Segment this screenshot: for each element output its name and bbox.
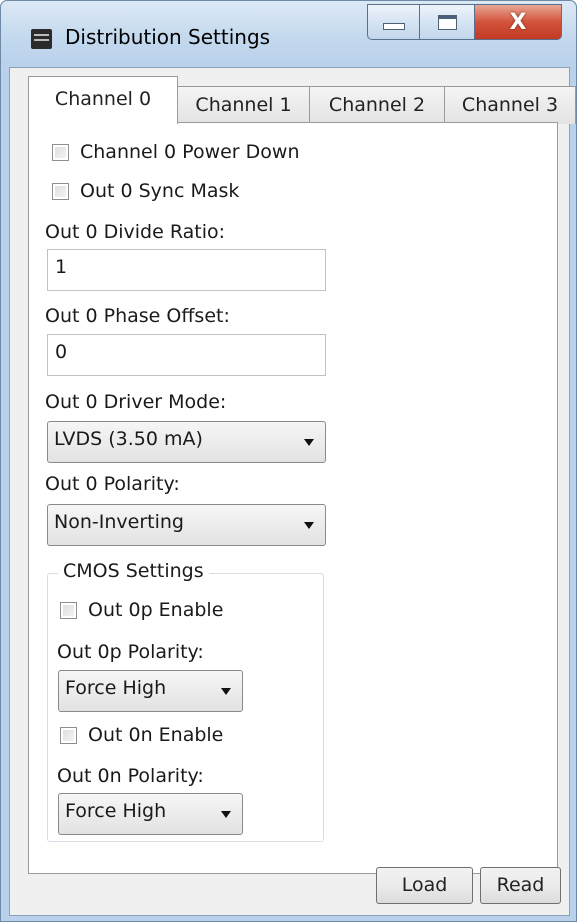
polarity-value: Non-Inverting bbox=[54, 511, 184, 533]
sync-mask-checkbox-row[interactable]: Out 0 Sync Mask bbox=[52, 180, 239, 202]
out-p-enable-checkbox-row[interactable]: Out 0p Enable bbox=[60, 599, 223, 621]
window-title: Distribution Settings bbox=[65, 25, 271, 49]
divide-ratio-label: Out 0 Divide Ratio: bbox=[45, 221, 226, 243]
maximize-button[interactable] bbox=[420, 4, 475, 40]
distribution-settings-window: Distribution Settings X Channel 0 Channe… bbox=[0, 0, 577, 922]
cmos-settings-group: CMOS Settings Out 0p Enable Out 0p Polar… bbox=[47, 560, 324, 842]
out-n-enable-checkbox[interactable] bbox=[60, 726, 77, 744]
phase-offset-label: Out 0 Phase Offset: bbox=[45, 305, 230, 327]
out-p-polarity-value: Force High bbox=[65, 677, 167, 699]
chevron-down-icon bbox=[304, 439, 314, 446]
load-button[interactable]: Load bbox=[376, 867, 473, 904]
driver-mode-value: LVDS (3.50 mA) bbox=[54, 428, 203, 450]
out-p-enable-label: Out 0p Enable bbox=[88, 599, 224, 621]
sync-mask-label: Out 0 Sync Mask bbox=[80, 180, 240, 202]
out-n-enable-label: Out 0n Enable bbox=[88, 724, 224, 746]
window-controls: X bbox=[367, 4, 562, 42]
phase-offset-input[interactable]: 0 bbox=[47, 334, 326, 376]
title-bar[interactable]: Distribution Settings X bbox=[1, 1, 576, 67]
cmos-settings-legend: CMOS Settings bbox=[58, 560, 209, 582]
divide-ratio-input[interactable]: 1 bbox=[47, 249, 326, 291]
close-icon: X bbox=[509, 9, 527, 35]
app-icon[interactable] bbox=[31, 29, 52, 49]
tab-channel-2[interactable]: Channel 2 bbox=[309, 86, 445, 124]
polarity-select[interactable]: Non-Inverting bbox=[47, 504, 326, 546]
minimize-icon bbox=[382, 23, 405, 30]
maximize-icon bbox=[437, 14, 457, 30]
out-p-polarity-label: Out 0p Polarity: bbox=[57, 641, 204, 663]
power-down-checkbox-row[interactable]: Channel 0 Power Down bbox=[52, 141, 300, 163]
sync-mask-checkbox[interactable] bbox=[52, 182, 69, 200]
power-down-checkbox[interactable] bbox=[52, 143, 69, 161]
out-n-polarity-select[interactable]: Force High bbox=[58, 793, 243, 835]
out-n-enable-checkbox-row[interactable]: Out 0n Enable bbox=[60, 724, 223, 746]
tab-channel-3[interactable]: Channel 3 bbox=[444, 86, 576, 124]
chevron-down-icon bbox=[221, 688, 231, 695]
channel-0-panel: Channel 0 Power Down Out 0 Sync Mask Out… bbox=[28, 122, 558, 874]
read-button[interactable]: Read bbox=[480, 867, 561, 904]
client-area: Channel 0 Channel 1 Channel 2 Channel 3 … bbox=[9, 67, 576, 916]
chevron-down-icon bbox=[304, 522, 314, 529]
driver-mode-select[interactable]: LVDS (3.50 mA) bbox=[47, 421, 326, 463]
chevron-down-icon bbox=[221, 811, 231, 818]
close-button[interactable]: X bbox=[475, 4, 562, 40]
out-n-polarity-label: Out 0n Polarity: bbox=[57, 765, 204, 787]
out-n-polarity-value: Force High bbox=[65, 800, 167, 822]
tab-channel-1[interactable]: Channel 1 bbox=[177, 86, 310, 124]
power-down-label: Channel 0 Power Down bbox=[80, 141, 300, 163]
driver-mode-label: Out 0 Driver Mode: bbox=[45, 391, 227, 413]
minimize-button[interactable] bbox=[367, 4, 420, 40]
polarity-label: Out 0 Polarity: bbox=[45, 473, 180, 495]
out-p-polarity-select[interactable]: Force High bbox=[58, 670, 243, 712]
tab-channel-0[interactable]: Channel 0 bbox=[28, 76, 178, 124]
out-p-enable-checkbox[interactable] bbox=[60, 601, 77, 619]
